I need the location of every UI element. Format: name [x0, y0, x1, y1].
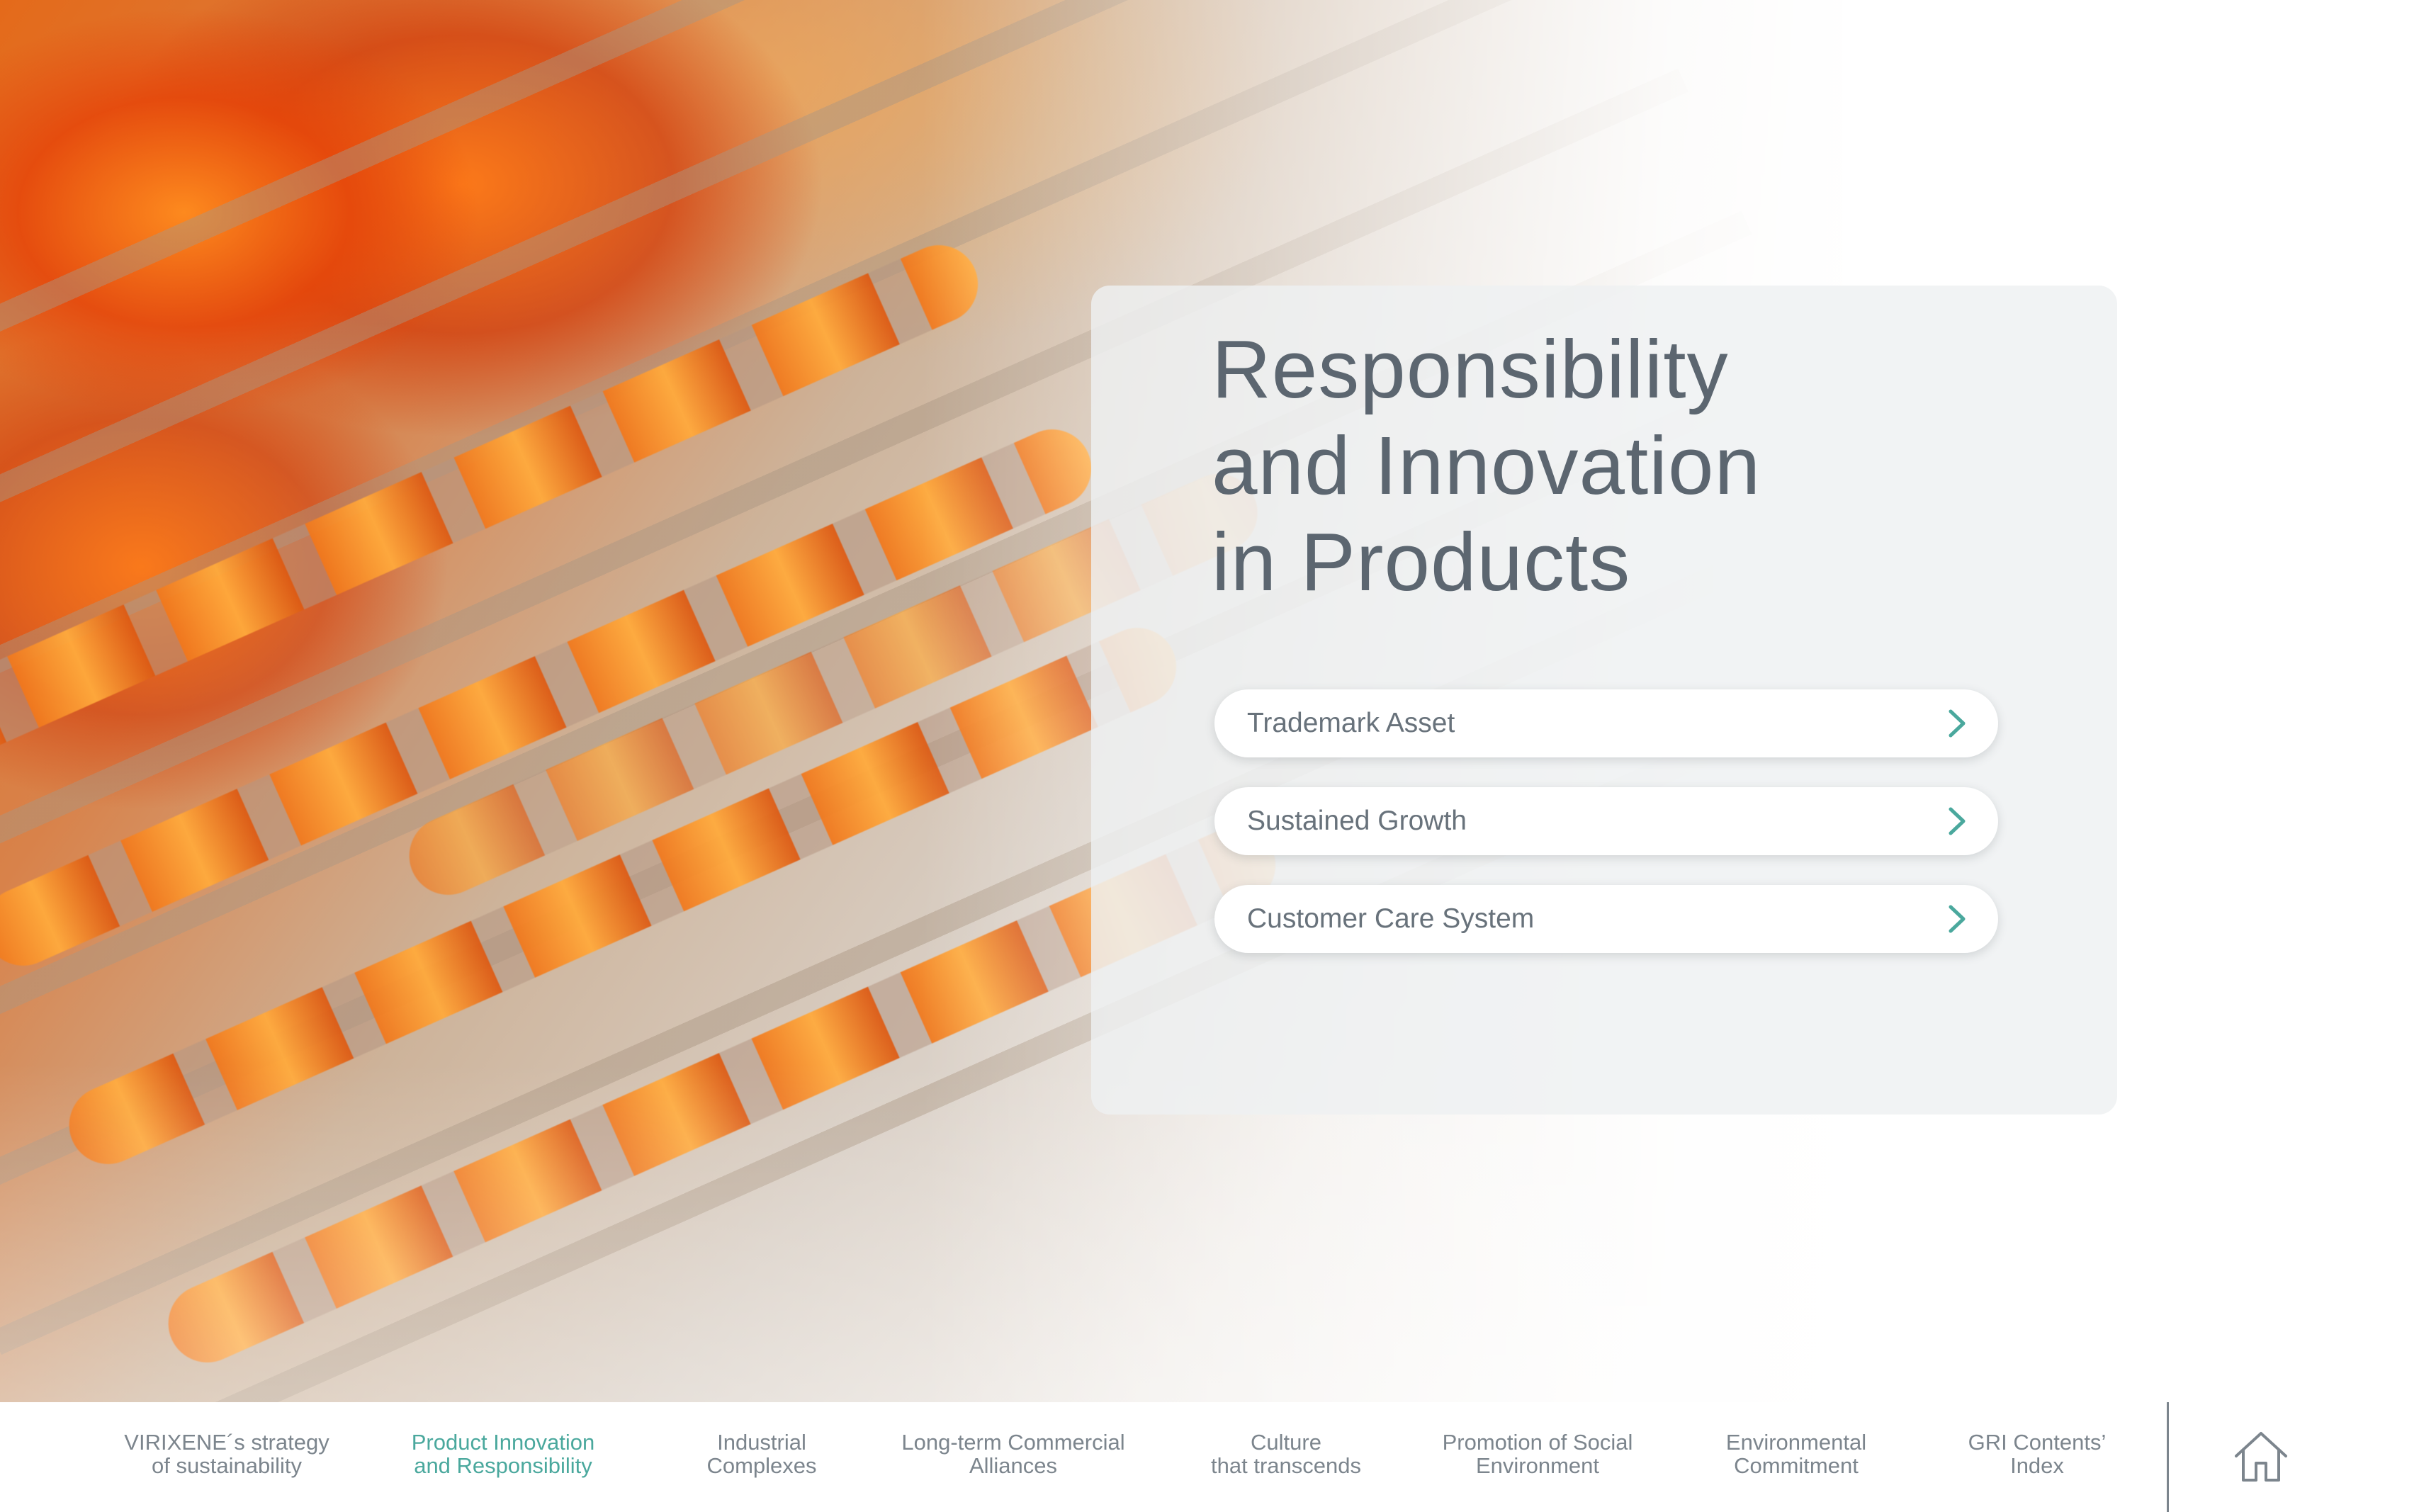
nav-item-label-line1: Product Innovation [411, 1430, 595, 1455]
nav-item-label-line2: and Responsibility [414, 1453, 592, 1478]
chevron-right-icon [1949, 709, 1966, 738]
nav-item-social-environment[interactable]: Promotion of Social Environment [1417, 1431, 1658, 1487]
nav-item-label-line2: Environment [1475, 1453, 1600, 1478]
page-title-line: and Innovation [1212, 419, 1761, 512]
section-menu: Trademark Asset Sustained Growth Custome… [1214, 689, 1998, 983]
nav-item-environmental-commitment[interactable]: Environmental Commitment [1693, 1431, 1899, 1487]
page: Responsibility and Innovation in Product… [0, 0, 2419, 1512]
nav-item-label-line1: Culture [1251, 1430, 1321, 1455]
menu-item-label: Trademark Asset [1247, 708, 1455, 738]
menu-item-label: Customer Care System [1247, 903, 1535, 934]
nav-item-label-line1: GRI Contents’ [1968, 1430, 2107, 1455]
nav-divider [2167, 1402, 2169, 1512]
nav-item-strategy[interactable]: VIRIXENE´s strategy of sustainability [113, 1431, 340, 1487]
chevron-right-icon [1949, 905, 1966, 933]
home-icon[interactable] [2232, 1428, 2290, 1484]
nav-item-label-line1: VIRIXENE´s strategy [124, 1430, 329, 1455]
nav-item-label-line2: that transcends [1211, 1453, 1361, 1478]
nav-item-culture[interactable]: Culture that transcends [1190, 1431, 1382, 1487]
nav-item-label-line2: Index [2010, 1453, 2064, 1478]
nav-item-industrial-complexes[interactable]: Industrial Complexes [680, 1431, 843, 1487]
nav-item-label-line2: Commitment [1734, 1453, 1859, 1478]
page-title-line: in Products [1212, 516, 1631, 608]
nav-item-label-line2: Alliances [969, 1453, 1058, 1478]
menu-item-customer-care-system[interactable]: Customer Care System [1214, 885, 1998, 953]
nav-item-label-line2: Complexes [706, 1453, 817, 1478]
nav-item-label-line1: Environmental [1725, 1430, 1867, 1455]
menu-item-label: Sustained Growth [1247, 806, 1467, 836]
nav-item-label-line1: Industrial [717, 1430, 806, 1455]
nav-item-product-innovation[interactable]: Product Innovation and Responsibility [397, 1431, 609, 1487]
nav-item-commercial-alliances[interactable]: Long-term Commercial Alliances [886, 1431, 1141, 1487]
nav-item-label-line1: Long-term Commercial [901, 1430, 1125, 1455]
page-title-line: Responsibility [1212, 323, 1729, 415]
chevron-right-icon [1949, 807, 1966, 835]
bottom-navigation: VIRIXENE´s strategy of sustainability Pr… [0, 1402, 2419, 1512]
nav-item-label-line2: of sustainability [152, 1453, 302, 1478]
nav-item-gri-index[interactable]: GRI Contents’ Index [1941, 1431, 2133, 1487]
content-panel: Responsibility and Innovation in Product… [1091, 286, 2117, 1115]
page-title: Responsibility and Innovation in Product… [1212, 321, 2062, 610]
nav-item-label-line1: Promotion of Social [1442, 1430, 1633, 1455]
hero-section: Responsibility and Innovation in Product… [0, 0, 2419, 1402]
menu-item-trademark-asset[interactable]: Trademark Asset [1214, 689, 1998, 757]
menu-item-sustained-growth[interactable]: Sustained Growth [1214, 787, 1998, 855]
